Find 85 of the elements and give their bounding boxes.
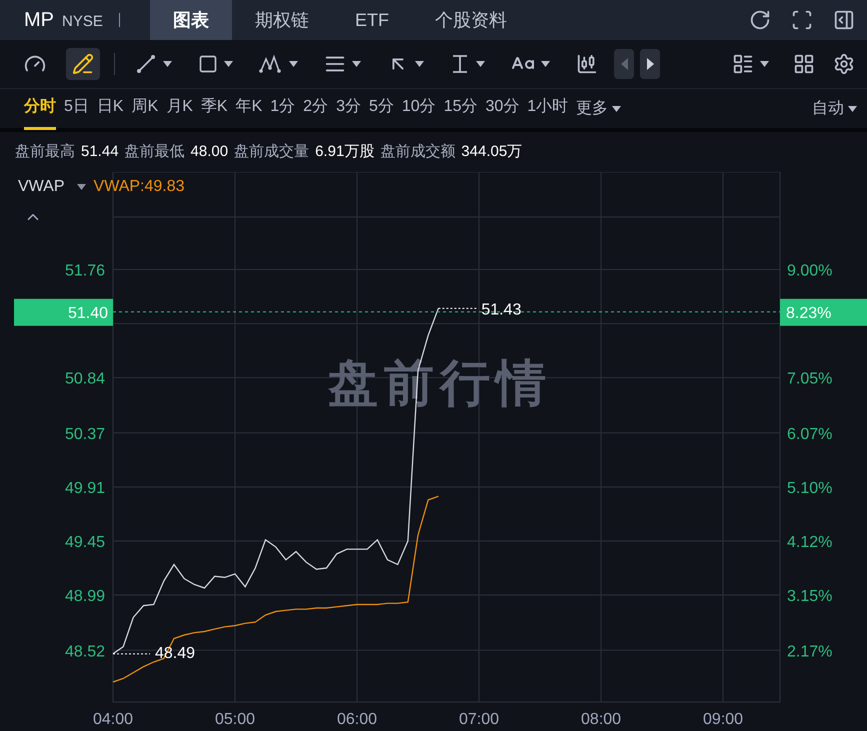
stock-symbol: MP: [24, 8, 54, 33]
stat-label: 盘前成交量: [234, 142, 310, 162]
draw-button[interactable]: [66, 48, 100, 80]
caret-icon: [476, 61, 485, 67]
pencil-icon: [72, 53, 94, 75]
time-axis-label: 05:00: [215, 711, 256, 728]
scroll-forward-button[interactable]: [640, 49, 660, 79]
price-axis-label: 50.37: [64, 426, 105, 443]
caret-icon: [76, 184, 86, 190]
percent-axis-label: 3.15%: [787, 588, 832, 606]
price-axis-label: 49.91: [64, 480, 105, 497]
caret-icon: [289, 61, 298, 67]
stat-label: 盘前最低: [124, 142, 185, 162]
price-axis-label: 49.45: [64, 534, 105, 551]
high-marker: [438, 308, 477, 309]
period-tab[interactable]: 2分: [303, 88, 328, 130]
caret-icon: [224, 61, 233, 67]
caret-icon: [163, 61, 172, 67]
caret-icon: [415, 61, 424, 67]
period-tab[interactable]: 30分: [485, 88, 520, 130]
stat-value: 48.00: [190, 142, 228, 162]
percent-axis-label: 9.00%: [787, 262, 832, 280]
period-tab[interactable]: 1小时: [527, 88, 568, 130]
caret-icon: [541, 61, 550, 67]
stat-value: 6.91万股: [315, 142, 374, 162]
settings-icon[interactable]: [833, 53, 855, 75]
zigzag-icon: [259, 54, 283, 74]
top-tab[interactable]: 期权链: [232, 0, 332, 40]
time-axis-label: 06:00: [337, 711, 378, 728]
grid-icon[interactable]: [793, 53, 815, 75]
indicator-reading: VWAP:49.83: [94, 177, 185, 197]
top-tab[interactable]: 个股资料: [412, 0, 530, 40]
exchange-label: NYSE: [62, 12, 103, 32]
price-axis-label: 48.52: [64, 643, 105, 660]
period-tab[interactable]: 月K: [166, 88, 193, 130]
period-tab[interactable]: 日K: [96, 88, 124, 130]
last-change-text: 8.23%: [786, 304, 832, 322]
stat-value: 51.44: [81, 142, 119, 162]
side-panel-icon[interactable]: [833, 9, 855, 31]
period-tab[interactable]: 10分: [402, 88, 436, 130]
percent-axis-label: 6.07%: [787, 426, 832, 443]
list-icon: [732, 53, 754, 75]
low-marker: [112, 653, 150, 654]
period-tab[interactable]: 周K: [132, 88, 158, 130]
caret-icon: [352, 61, 361, 67]
time-axis-label: 07:00: [459, 711, 500, 728]
top-tab[interactable]: 图表: [150, 0, 232, 40]
measure-icon: [450, 53, 470, 75]
scale-mode-menu[interactable]: 自动: [812, 96, 857, 120]
period-tab[interactable]: 5日: [64, 88, 89, 130]
line-icon: [135, 53, 157, 75]
candlestick-icon: [576, 53, 598, 75]
period-tab[interactable]: 15分: [444, 88, 478, 130]
percent-axis-label: 2.17%: [787, 643, 832, 660]
percent-axis-label: 7.05%: [787, 370, 832, 388]
stat-label: 盘前成交额: [380, 142, 456, 162]
percent-axis-label: 5.10%: [787, 480, 832, 497]
top-tab[interactable]: ETF: [332, 0, 412, 40]
more-menu[interactable]: 更多: [576, 96, 622, 120]
high-price-label: 51.43: [481, 301, 522, 318]
right-triangle-icon: [646, 58, 654, 70]
period-tab[interactable]: 1分: [270, 88, 296, 130]
price-axis-label: 48.99: [64, 588, 105, 606]
refresh-icon[interactable]: [749, 9, 771, 31]
caret-icon: [848, 106, 857, 112]
caret-icon: [760, 61, 769, 67]
stat-label: 盘前最高: [15, 142, 75, 162]
fullscreen-icon[interactable]: [791, 9, 813, 31]
price-axis-label: 51.76: [64, 262, 105, 280]
time-axis-label: 09:00: [703, 711, 744, 728]
period-tab[interactable]: 季K: [200, 88, 228, 130]
percent-axis-label: 4.12%: [787, 534, 832, 551]
period-tab[interactable]: 3分: [336, 88, 361, 130]
price-axis-label: 50.84: [64, 370, 105, 388]
indicator-menu[interactable]: VWAP: [18, 175, 86, 199]
time-axis-label: 08:00: [581, 711, 622, 728]
left-triangle-icon: [620, 58, 628, 70]
period-tab[interactable]: 分时: [24, 88, 56, 130]
caret-icon: [612, 106, 622, 112]
period-tab[interactable]: 5分: [368, 88, 394, 130]
square-icon: [198, 54, 218, 74]
time-axis-label: 04:00: [92, 711, 134, 728]
period-tab[interactable]: 年K: [236, 88, 262, 130]
last-price-text: 51.40: [68, 304, 108, 322]
stat-value: 344.05万: [461, 142, 522, 162]
